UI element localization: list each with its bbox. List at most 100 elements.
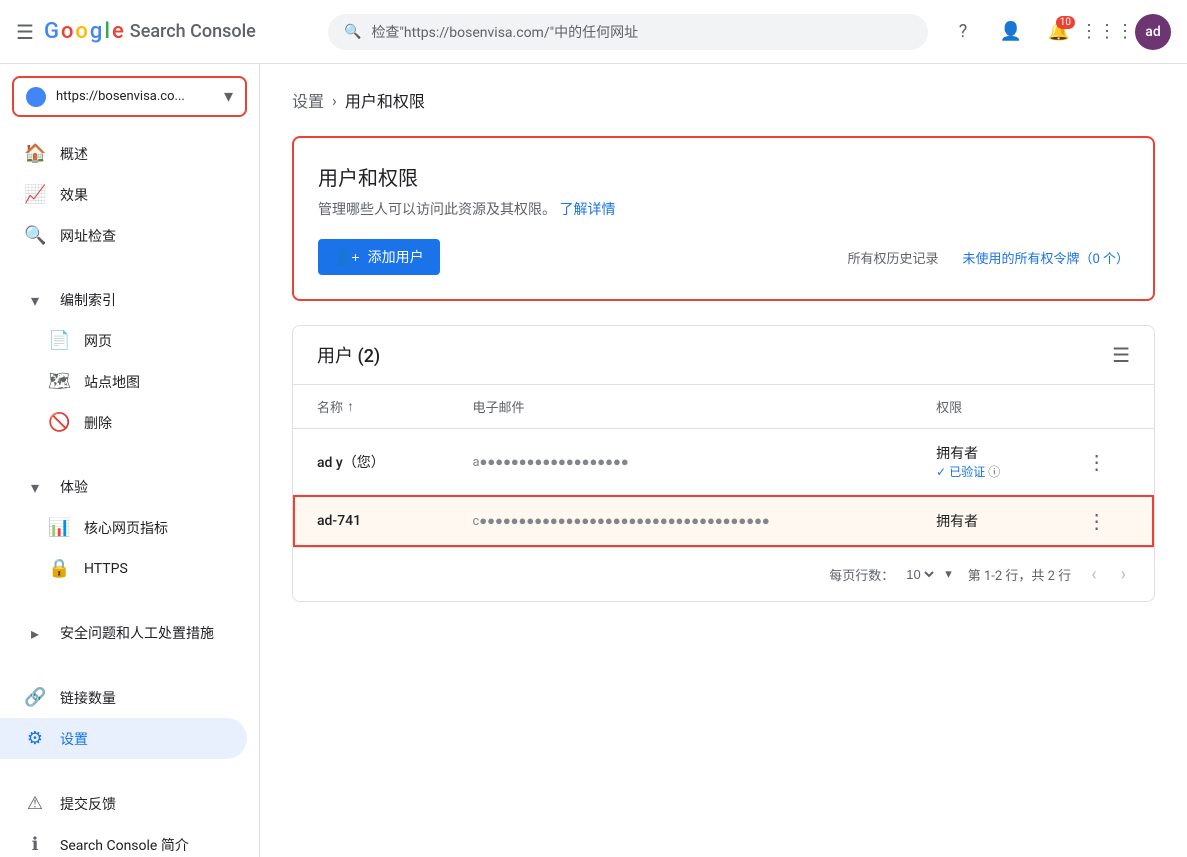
apps-button[interactable]: ⋮⋮⋮ <box>1087 12 1127 52</box>
user-permission-cell: 拥有者 <box>912 495 1063 548</box>
app-header: ☰ Google Search Console 🔍 检查"https://bos… <box>0 0 1187 64</box>
user-name-cell: ad-741 <box>293 495 448 548</box>
history-link[interactable]: 所有权历史记录 <box>847 248 938 267</box>
sidebar-item-label: HTTPS <box>84 561 128 577</box>
person-icon: 👤 <box>1000 21 1022 42</box>
site-selector[interactable]: https://bosenvisa.co... ▾ <box>12 76 247 117</box>
nav-section-main: 🏠 概述 📈 效果 🔍 网址检查 <box>0 129 259 260</box>
learn-more-link[interactable]: 了解详情 <box>559 202 615 218</box>
check-icon: ✓ <box>936 465 946 479</box>
rows-per-page-label: 每页行数： <box>829 565 894 584</box>
search-icon: 🔍 <box>24 225 46 246</box>
sidebar-item-overview[interactable]: 🏠 概述 <box>0 133 247 174</box>
sidebar-item-core-web-vitals[interactable]: 📊 核心网页指标 <box>0 507 247 548</box>
google-logo: Google Search Console <box>44 19 256 44</box>
col-header-permission: 权限 <box>912 385 1063 429</box>
notifications-button[interactable]: 🔔 10 <box>1039 12 1079 52</box>
header-left: ☰ Google Search Console <box>16 19 316 44</box>
nav-group-security[interactable]: ▸ 安全问题和人工处置措施 <box>0 613 259 653</box>
settings-icon: ⚙ <box>24 728 46 749</box>
verified-badge: ✓ 已验证 ⓘ <box>936 463 1039 480</box>
chevron-down-icon: ▾ <box>24 478 46 497</box>
users-card: 用户 (2) ☰ 名称 ↑ 电子邮件 权限 <box>292 325 1155 602</box>
col-header-actions <box>1063 385 1154 429</box>
main-content: 设置 › 用户和权限 用户和权限 管理哪些人可以访问此资源及其权限。 了解详情 … <box>260 64 1187 857</box>
notification-badge: 10 <box>1056 16 1075 29</box>
info-circle-icon: ⓘ <box>988 463 1000 480</box>
sidebar-item-label: 网址检查 <box>60 226 116 246</box>
col-header-name: 名称 ↑ <box>293 385 448 429</box>
sidebar-item-label: 核心网页指标 <box>84 518 168 538</box>
nav-group-index[interactable]: ▾ 编制索引 <box>0 280 259 320</box>
sidebar-item-sitemap[interactable]: 🗺 站点地图 <box>0 361 247 402</box>
pagination-prev-button[interactable]: ‹ <box>1087 560 1100 589</box>
sidebar-item-label: 效果 <box>60 185 88 205</box>
nav-section-security: ▸ 安全问题和人工处置措施 <box>0 609 259 657</box>
info-icon: ℹ <box>24 834 46 855</box>
sidebar-item-label: 设置 <box>60 729 88 749</box>
trending-up-icon: 📈 <box>24 184 46 205</box>
table-row: ad-741 c●●●●●●●●●●●●●●●●●●●●●●●●●●●●●●●●… <box>293 495 1154 548</box>
chevron-down-icon: ▾ <box>24 291 46 310</box>
filter-icon[interactable]: ☰ <box>1112 343 1130 367</box>
nav-section-experience: ▾ 体验 📊 核心网页指标 🔒 HTTPS <box>0 463 259 593</box>
help-button[interactable]: ? <box>943 12 983 52</box>
nav-group-label: 体验 <box>60 477 88 497</box>
chart-icon: 📊 <box>48 517 70 538</box>
col-header-email: 电子邮件 <box>448 385 912 429</box>
link-icon: 🔗 <box>24 687 46 708</box>
sidebar-item-label: 链接数量 <box>60 688 116 708</box>
sidebar-item-removals[interactable]: 🚫 删除 <box>0 402 247 443</box>
user-actions-cell: ⋮ <box>1063 495 1154 548</box>
nav-group-label: 编制索引 <box>60 290 116 310</box>
breadcrumb-current: 用户和权限 <box>345 88 425 112</box>
pagination-next-button[interactable]: › <box>1117 560 1130 589</box>
search-icon: 🔍 <box>344 24 361 40</box>
header-actions: ? 👤 🔔 10 ⋮⋮⋮ ad <box>943 12 1171 52</box>
more-vert-icon[interactable]: ⋮ <box>1087 450 1107 474</box>
breadcrumb-parent[interactable]: 设置 <box>292 88 324 112</box>
sidebar-item-performance[interactable]: 📈 效果 <box>0 174 247 215</box>
sidebar-item-url-inspection[interactable]: 🔍 网址检查 <box>0 215 247 256</box>
nav-section-bottom: 🔗 链接数量 ⚙ 设置 <box>0 673 259 763</box>
nav-group-experience[interactable]: ▾ 体验 <box>0 467 259 507</box>
sidebar-item-label: 概述 <box>60 144 88 164</box>
more-vert-icon[interactable]: ⋮ <box>1087 509 1107 533</box>
site-url: https://bosenvisa.co... <box>56 89 214 104</box>
sidebar-item-pages[interactable]: 📄 网页 <box>0 320 247 361</box>
nav-group-label: 安全问题和人工处置措施 <box>60 623 214 643</box>
user-actions-cell: ⋮ <box>1063 429 1154 495</box>
user-email-cell: a●●●●●●●●●●●●●●●●●●● <box>448 429 912 495</box>
user-permission-cell: 拥有者 ✓ 已验证 ⓘ <box>912 429 1063 495</box>
sidebar-item-links[interactable]: 🔗 链接数量 <box>0 677 247 718</box>
rows-per-page-select[interactable]: 10 <box>902 566 937 583</box>
sort-icon[interactable]: ↑ <box>347 398 354 415</box>
site-favicon-icon <box>26 87 46 107</box>
sidebar-item-feedback[interactable]: ⚠ 提交反馈 <box>0 783 247 824</box>
hamburger-menu-icon[interactable]: ☰ <box>16 20 34 44</box>
add-user-button[interactable]: 👤+ 添加用户 <box>318 239 440 275</box>
sidebar-item-settings[interactable]: ⚙ 设置 <box>0 718 247 759</box>
feedback-icon: ⚠ <box>24 793 46 814</box>
sidebar-item-label: 提交反馈 <box>60 794 116 814</box>
grid-icon: ⋮⋮⋮ <box>1080 21 1134 42</box>
card-links: 所有权历史记录 未使用的所有权令牌（0 个） <box>847 248 1129 267</box>
chevron-right-icon: ▸ <box>24 624 46 643</box>
add-person-icon: 👤+ <box>334 249 360 266</box>
table-footer: 每页行数： 10 ▾ 第 1-2 行，共 2 行 ‹ › <box>293 547 1154 601</box>
account-circle-button[interactable]: 👤 <box>991 12 1031 52</box>
users-table: 名称 ↑ 电子邮件 权限 ad y（您） <box>293 385 1154 547</box>
permissions-card-title: 用户和权限 <box>318 162 1129 191</box>
search-bar[interactable]: 🔍 检查"https://bosenvisa.com/"中的任何网址 <box>328 14 928 50</box>
sidebar: https://bosenvisa.co... ▾ 🏠 概述 📈 效果 🔍 网址… <box>0 64 260 857</box>
users-card-header: 用户 (2) ☰ <box>293 326 1154 385</box>
avatar[interactable]: ad <box>1135 14 1171 50</box>
nav-section-footer: ⚠ 提交反馈 ℹ Search Console 简介 <box>0 779 259 857</box>
sidebar-item-about[interactable]: ℹ Search Console 简介 <box>0 824 247 857</box>
breadcrumb: 设置 › 用户和权限 <box>292 88 1155 112</box>
permissions-card-description: 管理哪些人可以访问此资源及其权限。 了解详情 <box>318 199 1129 219</box>
sidebar-item-https[interactable]: 🔒 HTTPS <box>0 548 247 589</box>
tokens-link[interactable]: 未使用的所有权令牌（0 个） <box>962 248 1129 267</box>
sitemap-icon: 🗺 <box>48 371 70 392</box>
page-icon: 📄 <box>48 330 70 351</box>
